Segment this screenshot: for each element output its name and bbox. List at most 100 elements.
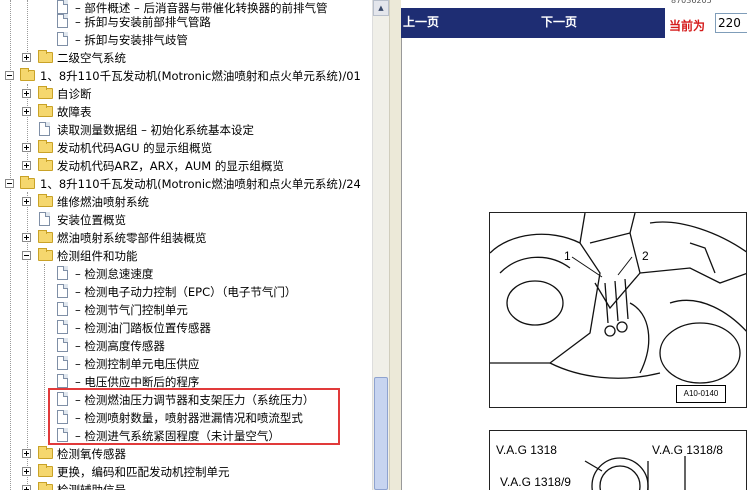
folder-open-icon — [20, 176, 35, 189]
tree-node[interactable]: 检测辅助信号 — [0, 481, 372, 490]
tree-node[interactable]: 更换，编码和匹配发动机控制单元 — [0, 463, 372, 481]
document-icon — [57, 338, 68, 352]
top-strip: 87036205 — [401, 0, 747, 8]
document-icon — [57, 266, 68, 280]
expand-icon[interactable] — [22, 485, 31, 490]
list-item-label: – 检测高度传感器 — [75, 339, 165, 353]
folder-icon — [38, 50, 53, 63]
tool-label-c: V.A.G 1318/9 — [500, 475, 571, 489]
document-icon — [57, 320, 68, 334]
folder-icon — [38, 230, 53, 243]
folder-icon — [38, 104, 53, 117]
list-item-label: – 检测控制单元电压供应 — [75, 357, 200, 371]
list-item[interactable]: – 检测油门踏板位置传感器 — [0, 319, 372, 337]
folder-icon — [38, 464, 53, 477]
folder-open-icon — [38, 248, 53, 261]
expand-icon[interactable] — [22, 233, 31, 242]
list-item-label: – 检测怠速速度 — [75, 267, 154, 281]
folder-icon — [38, 158, 53, 171]
list-item-label: – 检测电子动力控制（EPC）（电子节气门） — [75, 285, 297, 299]
tree-node[interactable]: 发动机代码ARZ，ARX，AUM 的显示组概览 — [0, 157, 372, 175]
tree-node[interactable]: 检测氧传感器 — [0, 445, 372, 463]
tool-diagram: V.A.G 1318 V.A.G 1318/8 V.A.G 1318/9 — [489, 430, 747, 490]
document-icon — [39, 212, 50, 226]
document-icon — [57, 32, 68, 46]
current-page-box: 当前为 — [665, 8, 747, 38]
tree-node-label: 自诊断 — [57, 87, 92, 101]
tree-node-label: 维修燃油喷射系统 — [57, 195, 149, 209]
scroll-thumb[interactable] — [374, 377, 388, 490]
tree-node-label: 更换，编码和匹配发动机控制单元 — [57, 465, 230, 479]
list-item[interactable]: – 拆卸与安装排气歧管 — [0, 31, 372, 49]
list-item-label: – 拆卸与安装排气歧管 — [75, 33, 188, 47]
list-item[interactable]: – 检测节气门控制单元 — [0, 301, 372, 319]
list-item-label: – 检测油门踏板位置传感器 — [75, 321, 211, 335]
engine-diagram-drawing — [490, 213, 746, 384]
list-item-label: 读取测量数据组 – 初始化系统基本设定 — [57, 123, 255, 137]
document-icon — [57, 302, 68, 316]
tree-node[interactable]: 燃油喷射系统零部件组装概览 — [0, 229, 372, 247]
list-item-label: – 拆卸与安装前部排气管路 — [75, 15, 211, 29]
list-item[interactable]: – 检测高度传感器 — [0, 337, 372, 355]
top-strip-text: 87036205 — [671, 0, 712, 5]
folder-icon — [38, 86, 53, 99]
tree-node-label: 1、8升110千瓦发动机(Motronic燃油喷射和点火单元系统)/24 — [40, 177, 361, 191]
list-item[interactable]: – 拆卸与安装前部排气管路 — [0, 13, 372, 31]
current-page-input[interactable] — [715, 13, 747, 33]
scroll-up-arrow-icon[interactable]: ▲ — [373, 0, 389, 16]
expand-icon[interactable] — [22, 161, 31, 170]
expand-icon[interactable] — [22, 89, 31, 98]
collapse-icon[interactable] — [22, 251, 31, 260]
tree-node[interactable]: 维修燃油喷射系统 — [0, 193, 372, 211]
list-item[interactable]: – 检测怠速速度 — [0, 265, 372, 283]
tree-node[interactable]: 自诊断 — [0, 85, 372, 103]
current-page-label: 当前为 — [669, 19, 706, 33]
folder-icon — [38, 482, 53, 490]
tree-node-label: 故障表 — [57, 105, 92, 119]
document-icon — [57, 14, 68, 28]
expand-icon[interactable] — [22, 143, 31, 152]
callout-1: 1 — [564, 249, 571, 263]
tree-node-label: 1、8升110千瓦发动机(Motronic燃油喷射和点火单元系统)/01 — [40, 69, 361, 83]
tree-node[interactable]: 故障表 — [0, 103, 372, 121]
expand-icon[interactable] — [22, 197, 31, 206]
tool-label-a: V.A.G 1318 — [496, 443, 557, 457]
folder-icon — [38, 140, 53, 153]
viewer-border — [401, 38, 402, 490]
tree-node[interactable]: 检测组件和功能 — [0, 247, 372, 265]
next-page-button[interactable]: 下一页 — [541, 13, 577, 30]
document-icon — [57, 284, 68, 298]
document-icon — [57, 356, 68, 370]
list-item[interactable]: – 检测电子动力控制（EPC）（电子节气门） — [0, 283, 372, 301]
figure-id: A10-0140 — [676, 385, 726, 403]
tree-node-label: 检测辅助信号 — [57, 483, 126, 490]
tree-node-label: 二级空气系统 — [57, 51, 126, 65]
list-item-label: – 检测节气门控制单元 — [75, 303, 188, 317]
tree-node-label: 检测氧传感器 — [57, 447, 126, 461]
tree-node[interactable]: 1、8升110千瓦发动机(Motronic燃油喷射和点火单元系统)/24 — [0, 175, 372, 193]
tree-scrollbar[interactable]: ▲ — [372, 0, 389, 490]
list-item[interactable]: – 检测控制单元电压供应 — [0, 355, 372, 373]
expand-icon[interactable] — [22, 449, 31, 458]
list-item[interactable]: 安装位置概览 — [0, 211, 372, 229]
expand-icon[interactable] — [22, 107, 31, 116]
document-tree[interactable]: – 部件概述 – 后消音器与带催化转换器的前排气管 – 拆卸与安装前部排气管路 … — [0, 0, 372, 490]
tree-node[interactable]: 1、8升110千瓦发动机(Motronic燃油喷射和点火单元系统)/01 — [0, 67, 372, 85]
selection-highlight-box — [48, 388, 340, 445]
collapse-icon[interactable] — [5, 179, 14, 188]
tree-node-label: 发动机代码AGU 的显示组概览 — [57, 141, 213, 155]
folder-icon — [38, 194, 53, 207]
folder-open-icon — [20, 68, 35, 81]
tree-node-label: 检测组件和功能 — [57, 249, 138, 263]
collapse-icon[interactable] — [5, 71, 14, 80]
tree-node[interactable]: 发动机代码AGU 的显示组概览 — [0, 139, 372, 157]
list-item[interactable]: 读取测量数据组 – 初始化系统基本设定 — [0, 121, 372, 139]
pane-splitter[interactable] — [389, 0, 401, 490]
expand-icon[interactable] — [22, 53, 31, 62]
tree-node[interactable]: 二级空气系统 — [0, 49, 372, 67]
expand-icon[interactable] — [22, 467, 31, 476]
document-icon — [39, 122, 50, 136]
document-icon — [57, 0, 68, 14]
list-item-label: 安装位置概览 — [57, 213, 126, 227]
prev-page-button[interactable]: 上一页 — [403, 13, 439, 30]
